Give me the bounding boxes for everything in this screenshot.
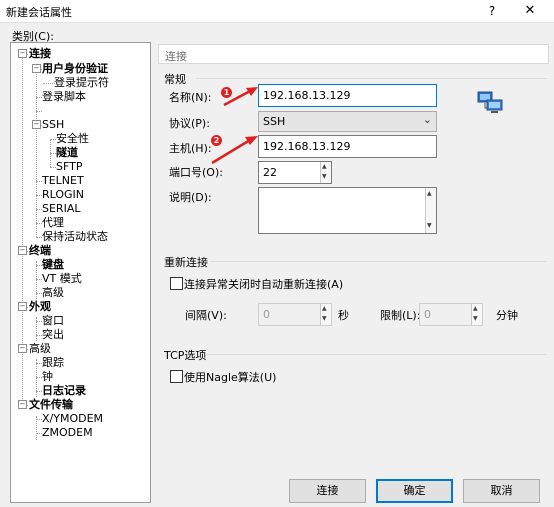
scroll-down-icon[interactable]: ▼: [427, 222, 432, 230]
expand-user-auth-icon[interactable]: −: [32, 64, 41, 73]
connect-button[interactable]: 连接: [289, 479, 366, 503]
tree-item-window[interactable]: 窗口: [42, 314, 64, 328]
limit-unit: 分钟: [496, 309, 518, 322]
tree-item-login-script[interactable]: 登录脚本: [42, 90, 86, 104]
interval-stepper[interactable]: 0 ▲ ▼: [258, 303, 332, 326]
auto-reconnect-checkbox[interactable]: [170, 277, 183, 290]
expand-advanced-icon[interactable]: −: [18, 344, 27, 353]
tree-item-keepalive[interactable]: 保持活动状态: [42, 230, 108, 244]
close-button[interactable]: ✕: [518, 2, 542, 20]
auto-reconnect-label: 连接异常关闭时自动重新连接(A): [184, 278, 344, 291]
limit-stepper-value: 0: [424, 308, 431, 321]
spin-down-icon[interactable]: ▼: [473, 315, 478, 323]
tree-item-terminal[interactable]: 终端: [29, 244, 51, 258]
tree-item-bell[interactable]: 钟: [42, 370, 53, 384]
description-textarea[interactable]: ▲ ▼: [258, 187, 437, 234]
tree-item-logging[interactable]: 日志记录: [42, 384, 86, 398]
tree-item-vt-mode[interactable]: VT 模式: [42, 272, 82, 286]
cancel-button[interactable]: 取消: [463, 479, 540, 503]
dialog-body: 类别(C): − − − − − − − 连接 用户身份验证 登录提示符 登录脚…: [0, 22, 554, 507]
title-bar: 新建会话属性 ? ✕: [0, 0, 554, 22]
tree-item-sftp[interactable]: SFTP: [56, 160, 82, 174]
tree-item-appearance[interactable]: 外观: [29, 300, 51, 314]
limit-label: 限制(L):: [380, 309, 421, 322]
limit-stepper[interactable]: 0 ▲ ▼: [419, 303, 483, 326]
name-field[interactable]: 192.168.13.129: [258, 84, 437, 107]
spin-down-icon[interactable]: ▼: [322, 315, 327, 323]
annotation-arrow-1: [223, 87, 258, 107]
tree-item-tunnel[interactable]: 隧道: [56, 146, 78, 160]
chevron-down-icon: ⌄: [422, 113, 432, 126]
annotation-arrow-2: [211, 136, 258, 165]
tree-item-keyboard[interactable]: 键盘: [42, 258, 64, 272]
interval-unit: 秒: [338, 309, 349, 322]
window-title: 新建会话属性: [6, 6, 72, 19]
tree-item-highlight[interactable]: 突出: [42, 328, 64, 342]
tree-item-telnet[interactable]: TELNET: [42, 174, 84, 188]
tree-item-security[interactable]: 安全性: [56, 132, 89, 146]
name-field-value: 192.168.13.129: [263, 89, 351, 102]
description-scrollbar[interactable]: ▲ ▼: [425, 188, 436, 233]
host-field[interactable]: 192.168.13.129: [258, 135, 437, 158]
scroll-up-icon[interactable]: ▲: [427, 190, 432, 198]
expand-connection-icon[interactable]: −: [18, 49, 27, 58]
expand-file-transfer-icon[interactable]: −: [18, 400, 27, 409]
nagle-label: 使用Nagle算法(U): [184, 371, 277, 384]
category-tree[interactable]: − − − − − − − 连接 用户身份验证 登录提示符 登录脚本 SSH 安…: [10, 42, 151, 503]
tree-item-advanced[interactable]: 高级: [29, 342, 51, 356]
interval-spin-buttons[interactable]: ▲ ▼: [320, 304, 331, 325]
host-field-value: 192.168.13.129: [263, 140, 351, 153]
port-stepper[interactable]: 22 ▲ ▼: [258, 161, 332, 184]
tree-item-terminal-advanced[interactable]: 高级: [42, 286, 64, 300]
tree-item-user-auth[interactable]: 用户身份验证: [42, 62, 108, 76]
protocol-select-value: SSH: [263, 115, 286, 128]
spin-down-icon[interactable]: ▼: [322, 173, 327, 181]
tree-item-proxy[interactable]: 代理: [42, 216, 64, 230]
help-button[interactable]: ?: [480, 2, 504, 20]
port-spin-buttons[interactable]: ▲ ▼: [320, 162, 331, 183]
tree-item-file-transfer[interactable]: 文件传输: [29, 398, 73, 412]
protocol-label: 协议(P):: [169, 117, 210, 130]
expand-ssh-icon[interactable]: −: [32, 120, 41, 129]
tcp-group-divider: [206, 354, 547, 355]
interval-stepper-value: 0: [263, 308, 270, 321]
reconnect-group-divider: [210, 261, 547, 262]
tree-item-ssh[interactable]: SSH: [42, 118, 64, 132]
tree-item-xymodem[interactable]: X/YMODEM: [42, 412, 103, 426]
expand-appearance-icon[interactable]: −: [18, 302, 27, 311]
tree-item-zmodem[interactable]: ZMODEM: [42, 426, 93, 440]
section-header: 连接: [158, 44, 549, 64]
nagle-checkbox[interactable]: [170, 370, 183, 383]
interval-label: 间隔(V):: [185, 309, 227, 322]
protocol-select[interactable]: SSH ⌄: [258, 111, 437, 132]
tree-item-login-prompt[interactable]: 登录提示符: [54, 76, 109, 90]
general-group-label: 常规: [164, 73, 186, 86]
tree-item-rlogin[interactable]: RLOGIN: [42, 188, 84, 202]
general-group-divider: [196, 78, 547, 79]
expand-terminal-icon[interactable]: −: [18, 246, 27, 255]
port-stepper-value: 22: [263, 166, 277, 179]
tree-item-trace[interactable]: 跟踪: [42, 356, 64, 370]
tree-item-serial[interactable]: SERIAL: [42, 202, 80, 216]
limit-spin-buttons[interactable]: ▲ ▼: [471, 304, 482, 325]
name-label: 名称(N):: [169, 91, 212, 104]
spin-up-icon[interactable]: ▲: [322, 305, 327, 313]
spin-up-icon[interactable]: ▲: [473, 305, 478, 313]
network-computers-icon: [477, 91, 503, 113]
tcp-group-label: TCP选项: [164, 349, 207, 362]
reconnect-group-label: 重新连接: [164, 256, 208, 269]
section-title: 连接: [165, 50, 187, 63]
tree-item-connection[interactable]: 连接: [29, 47, 51, 61]
description-label: 说明(D):: [169, 191, 212, 204]
ok-button[interactable]: 确定: [376, 479, 453, 503]
spin-up-icon[interactable]: ▲: [322, 163, 327, 171]
